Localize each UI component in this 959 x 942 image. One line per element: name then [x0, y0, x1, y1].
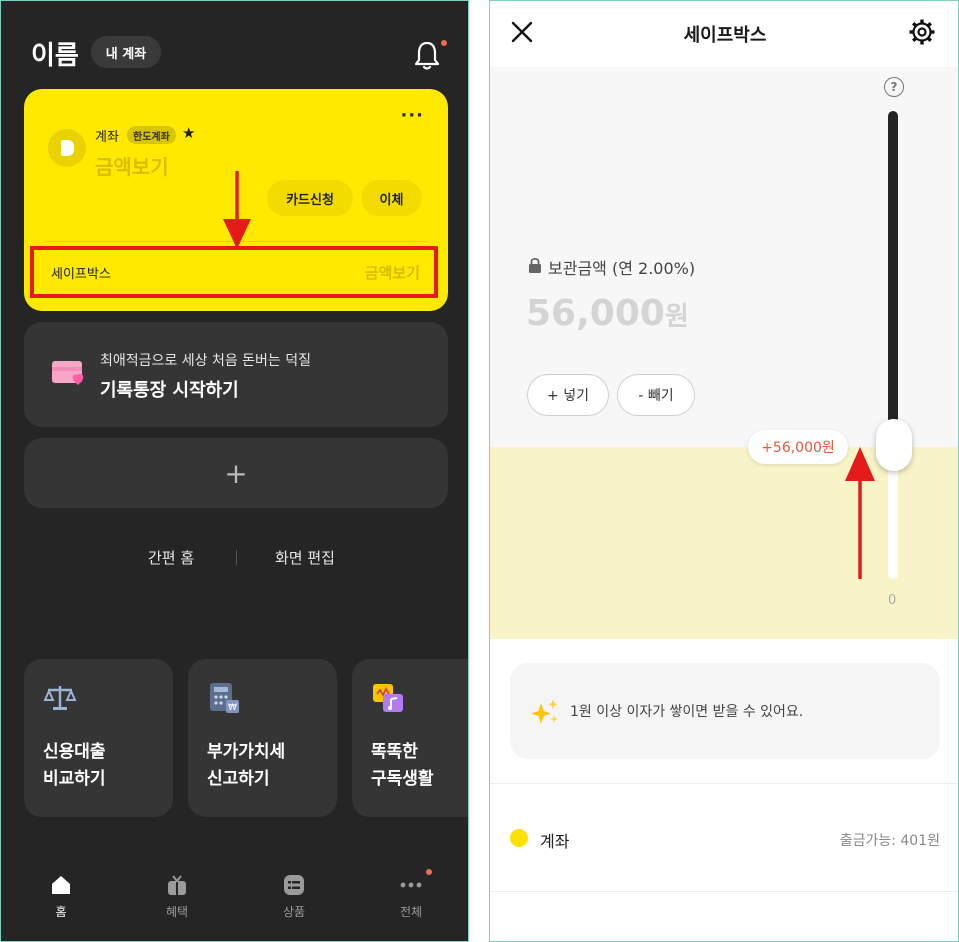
promo-card[interactable]: 최애적금으로 세상 처음 돈버는 덕질 기록통장 시작하기	[24, 322, 448, 427]
tile-title: 신용대출 비교하기	[43, 739, 106, 793]
tab-label: 홈	[55, 905, 67, 919]
keep-amount-value: 56,000	[526, 293, 665, 334]
page-title: 세이프박스	[683, 25, 767, 46]
info-text: 1원 이상 이자가 쌓이면 받을 수 있어요.	[570, 704, 804, 720]
tile-title-line: 부가가치세	[207, 742, 286, 762]
promo-subtitle: 최애적금으로 세상 처음 돈버는 덕질	[100, 353, 311, 369]
tile-title-line: 신고하기	[207, 769, 270, 789]
tab-product[interactable]: 상품	[264, 873, 324, 920]
calculator-icon: ₩	[210, 683, 239, 713]
slider-thumb[interactable]	[876, 419, 912, 471]
gift-icon	[168, 875, 186, 895]
account-color-dot	[510, 829, 528, 847]
help-icon[interactable]: ?	[884, 77, 904, 97]
bank-logo-icon	[48, 129, 86, 167]
account-label: 계좌	[95, 130, 119, 145]
info-box: 1원 이상 이자가 쌓이면 받을 수 있어요.	[510, 663, 940, 759]
more-dots-icon	[400, 882, 422, 888]
keep-amount-label: 보관금액 (연 2.00%)	[548, 259, 696, 278]
lower-section: 1원 이상 이자가 쌓이면 받을 수 있어요. 계좌 출금가능: 401원	[490, 639, 958, 941]
withdraw-button[interactable]: - 빼기	[617, 374, 695, 416]
keep-amount: 56,000원	[526, 293, 689, 334]
tile-title: 똑똑한 구독생활	[371, 739, 434, 793]
more-button[interactable]: ···	[400, 105, 424, 126]
tab-benefit[interactable]: 혜택	[147, 873, 207, 920]
tile-title: 부가가치세 신고하기	[207, 739, 285, 793]
arrow-up-annotation-icon	[845, 447, 875, 579]
arrow-down-annotation-icon	[223, 171, 251, 249]
safebox-row[interactable]: 세이프박스 금액보기	[30, 246, 438, 298]
bell-icon[interactable]	[413, 39, 441, 71]
tab-label: 전체	[399, 905, 423, 919]
available-balance: 출금가능: 401원	[839, 833, 940, 849]
add-button[interactable]: +	[24, 438, 448, 508]
deposit-button[interactable]: + 넣기	[527, 374, 609, 416]
home-screen: 이름 내 계좌 ··· 계좌 한도계좌 ★ 금액보기 카드신청 이체 세이프박스…	[0, 0, 469, 942]
tab-label: 상품	[282, 905, 306, 919]
subscription-icon	[373, 684, 403, 712]
home-icon	[52, 876, 70, 894]
sparkle-icon	[531, 699, 558, 724]
page-title: 이름	[31, 41, 79, 71]
tile-credit-loan[interactable]: 신용대출 비교하기	[24, 659, 173, 817]
divider	[490, 783, 958, 784]
tile-subscription[interactable]: 똑똑한 구독생활	[352, 659, 468, 817]
tab-label: 혜택	[165, 905, 189, 919]
edit-screen-link[interactable]: 화면 편집	[275, 547, 335, 568]
scale-icon	[43, 686, 77, 710]
transfer-button[interactable]: 이체	[361, 180, 422, 216]
promo-title: 기록통장 시작하기	[100, 380, 239, 401]
lock-icon	[529, 257, 541, 273]
slider-min-label: 0	[888, 593, 897, 608]
svg-text:₩: ₩	[228, 703, 237, 713]
card-apply-button[interactable]: 카드신청	[267, 180, 353, 216]
simple-home-link[interactable]: 간편 홈	[148, 547, 194, 568]
tile-title-line: 비교하기	[43, 769, 106, 789]
safebox-show-balance[interactable]: 금액보기	[365, 262, 420, 283]
tile-title-line: 똑똑한	[371, 742, 418, 762]
show-balance-link[interactable]: 금액보기	[95, 151, 169, 180]
limit-account-badge: 한도계좌	[127, 126, 176, 144]
star-icon[interactable]: ★	[182, 124, 195, 142]
divider	[236, 550, 237, 565]
tile-vat-report[interactable]: ₩ 부가가치세 신고하기	[188, 659, 337, 817]
notification-dot	[426, 869, 432, 875]
safebox-label: 세이프박스	[51, 266, 111, 282]
keep-amount-unit: 원	[664, 302, 689, 332]
gear-icon[interactable]	[908, 18, 936, 46]
tile-title-line: 구독생활	[371, 769, 434, 789]
slider-value-bubble: +56,000원	[748, 430, 848, 464]
safebox-screen: 세이프박스 ? 0 +56,000원 보관금액 (연 2.00%) 56,000…	[489, 0, 959, 942]
linked-account-name: 계좌	[540, 832, 570, 851]
tab-all[interactable]: 전체	[381, 873, 441, 920]
tab-home[interactable]: 홈	[31, 873, 91, 920]
product-icon	[284, 875, 304, 895]
bottom-tab-bar: 홈 혜택 상품 전체	[1, 863, 468, 941]
divider	[490, 891, 958, 892]
my-account-button[interactable]: 내 계좌	[91, 36, 161, 68]
notification-dot	[441, 40, 447, 46]
slider-track-filled[interactable]	[888, 111, 898, 451]
tile-title-line: 신용대출	[43, 742, 106, 762]
passbook-heart-icon	[52, 361, 84, 385]
